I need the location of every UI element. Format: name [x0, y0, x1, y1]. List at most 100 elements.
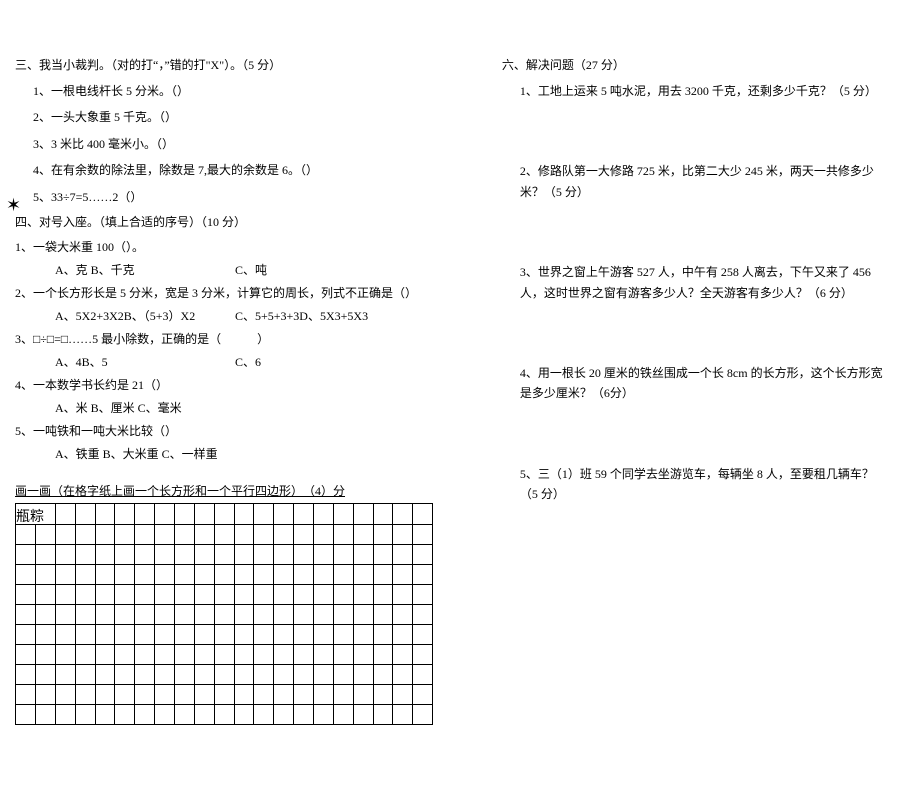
grid-cell: [353, 644, 373, 664]
s4-q1-opt-c: C、吨: [235, 261, 385, 278]
grid-cell: [294, 684, 314, 704]
grid-cell: [254, 604, 274, 624]
grid-cell: [155, 644, 175, 664]
grid-cell: [373, 684, 393, 704]
grid-cell: [413, 704, 433, 724]
grid-cell: [95, 704, 115, 724]
grid-cell: [95, 604, 115, 624]
grid-cell: [393, 584, 413, 604]
grid-cell: [135, 664, 155, 684]
s6-q1: 1、工地上运来 5 吨水泥，用去 3200 千克，还剩多少千克？（5 分）: [520, 81, 890, 101]
grid-cell: [234, 704, 254, 724]
grid-cell: [35, 664, 55, 684]
grid-cell: [333, 664, 353, 684]
grid-cell: [333, 684, 353, 704]
grid-cell: [55, 604, 75, 624]
grid-cell: [254, 584, 274, 604]
s3-item1: 1、一根电线杆长 5 分米。（）: [33, 81, 442, 101]
s4-q4-opts: A、米 B、厘米 C、毫米: [55, 399, 442, 416]
grid-cell: [313, 664, 333, 684]
grid-cell: [214, 564, 234, 584]
s4-q3: 3、□÷□=□……5 最小除数，正确的是（ ）: [15, 330, 442, 347]
grid-cell: [95, 664, 115, 684]
grid-cell: [274, 624, 294, 644]
grid-cell: [294, 624, 314, 644]
grid-cell: [274, 524, 294, 544]
grid-cell: [294, 524, 314, 544]
grid-cell: [194, 564, 214, 584]
grid-cell: [135, 704, 155, 724]
grid-cell: [413, 503, 433, 524]
grid-cell: [294, 704, 314, 724]
grid-cell: [353, 584, 373, 604]
grid-cell: [234, 544, 254, 564]
grid-cell: [75, 604, 95, 624]
grid-cell: [353, 684, 373, 704]
grid-cell: [313, 684, 333, 704]
grid-cell: [353, 544, 373, 564]
grid-cell: [294, 544, 314, 564]
grid-cell: [95, 644, 115, 664]
grid-cell: [55, 644, 75, 664]
grid-cell: [194, 524, 214, 544]
grid-cell: [35, 704, 55, 724]
grid-cell: [174, 624, 194, 644]
grid-cell: [16, 704, 36, 724]
section4-title: 四、对号入座。（填上合适的序号）（10 分）: [15, 213, 442, 230]
grid-cell: [95, 544, 115, 564]
grid-cell: [135, 604, 155, 624]
grid-cell: [274, 684, 294, 704]
grid-cell: [353, 664, 373, 684]
grid-cell: [373, 624, 393, 644]
grid-cell: [413, 564, 433, 584]
grid-cell: [353, 704, 373, 724]
s4-q2-opt-c: C、5+5+3+3D、5X3+5X3: [235, 307, 385, 324]
section6-title: 六、解决问题（27 分）: [502, 56, 890, 73]
grid-cell: [274, 644, 294, 664]
grid-cell: [333, 503, 353, 524]
grid-cell: [174, 664, 194, 684]
grid-label: 瓶粽: [16, 510, 44, 525]
grid-cell: [16, 564, 36, 584]
grid-cell: [155, 604, 175, 624]
grid-cell: [35, 564, 55, 584]
grid-cell: [95, 624, 115, 644]
grid-cell: [413, 604, 433, 624]
grid-cell: [373, 524, 393, 544]
grid-cell: [214, 584, 234, 604]
grid-cell: [254, 524, 274, 544]
grid-cell: [135, 564, 155, 584]
grid-cell: [214, 684, 234, 704]
grid-cell: [194, 604, 214, 624]
grid-cell: [413, 624, 433, 644]
grid-cell: [75, 684, 95, 704]
s4-q4-opt-a: A、米 B、厘米 C、毫米: [55, 399, 182, 416]
s4-q1: 1、一袋大米重 100（）。: [15, 238, 442, 255]
grid-cell: [75, 644, 95, 664]
grid-cell: [234, 644, 254, 664]
grid-cell: [333, 624, 353, 644]
s4-q2-opts: A、5X2+3X2B、（5+3）X2 C、5+5+3+3D、5X3+5X3: [55, 307, 442, 324]
section3-title: 三、我当小裁判。（对的打“，”错的打"X"）。（5 分）: [15, 56, 442, 73]
grid-cell: [35, 604, 55, 624]
grid-cell: [194, 704, 214, 724]
s4-q3-opts: A、4B、5 C、6: [55, 353, 442, 370]
grid-cell: [294, 503, 314, 524]
grid-cell: [155, 524, 175, 544]
grid-cell: [135, 684, 155, 704]
grid-cell: [95, 684, 115, 704]
grid-cell: [353, 524, 373, 544]
grid-cell: [313, 564, 333, 584]
grid-cell: [234, 503, 254, 524]
grid-cell: [294, 644, 314, 664]
grid-cell: [294, 604, 314, 624]
grid-cell: [413, 684, 433, 704]
drawing-grid: 瓶粽: [15, 503, 433, 725]
grid-cell: [115, 524, 135, 544]
grid-cell: [75, 664, 95, 684]
grid-cell: [135, 503, 155, 524]
grid-cell: [234, 664, 254, 684]
s6-q4: 4、用一根长 20 厘米的铁丝围成一个长 8cm 的长方形，这个长方形宽是多少厘…: [520, 363, 890, 404]
grid-cell: [135, 544, 155, 564]
grid-cell: [115, 544, 135, 564]
